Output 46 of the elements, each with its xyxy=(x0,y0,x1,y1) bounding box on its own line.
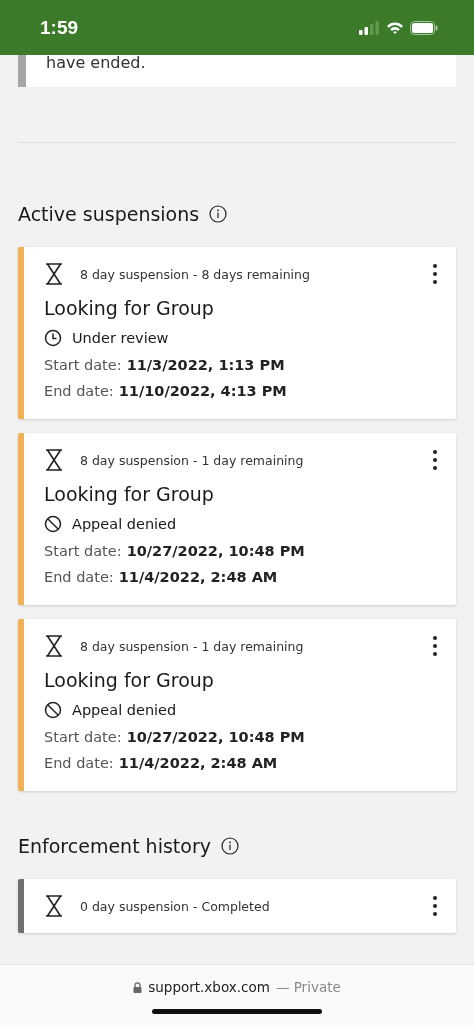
end-date: 11/10/2022, 4:13 PM xyxy=(118,383,287,399)
end-date: 11/4/2022, 2:48 AM xyxy=(118,569,278,585)
suspension-summary: 8 day suspension - 1 day remaining xyxy=(80,638,305,654)
hourglass-icon xyxy=(44,635,64,657)
date-label: End date: xyxy=(44,383,114,399)
start-date: 10/27/2022, 10:48 PM xyxy=(126,729,305,745)
clock-icon xyxy=(44,329,62,347)
hourglass-icon xyxy=(44,263,64,285)
card-title: Looking for Group xyxy=(44,669,215,691)
appeal-status: Appeal denied xyxy=(72,516,177,532)
section-title: Active suspensions xyxy=(18,203,200,225)
prohibited-icon xyxy=(44,515,62,533)
section-title: Enforcement history xyxy=(18,835,211,857)
battery-icon xyxy=(410,20,438,35)
start-date: 11/3/2022, 1:13 PM xyxy=(126,357,285,373)
suspension-summary: 0 day suspension - Completed xyxy=(80,898,271,914)
suspension-summary: 8 day suspension - 8 days remaining xyxy=(80,266,311,282)
info-icon[interactable] xyxy=(220,837,239,855)
end-date: 11/4/2022, 2:48 AM xyxy=(118,755,278,771)
hourglass-icon xyxy=(44,895,64,917)
hourglass-icon xyxy=(44,449,64,471)
url-domain: support.xbox.com xyxy=(148,979,270,995)
lock-icon xyxy=(133,981,143,993)
more-options-icon[interactable] xyxy=(432,635,438,657)
date-label: End date: xyxy=(44,569,114,585)
appeal-status: Appeal denied xyxy=(72,702,177,718)
more-options-icon[interactable] xyxy=(432,263,438,285)
wifi-icon xyxy=(386,20,404,35)
date-label: Start date: xyxy=(44,729,122,745)
more-options-icon[interactable] xyxy=(432,449,438,471)
browser-address-bar[interactable]: support.xbox.com — Private xyxy=(0,964,474,1025)
more-options-icon[interactable] xyxy=(432,895,438,917)
card-title: Looking for Group xyxy=(44,483,215,505)
card-title: Looking for Group xyxy=(44,297,215,319)
date-label: Start date: xyxy=(44,357,122,373)
suspension-summary: 8 day suspension - 1 day remaining xyxy=(80,452,305,468)
info-icon[interactable] xyxy=(209,205,228,223)
clock-time: 1:59 xyxy=(40,16,79,39)
start-date: 10/27/2022, 10:48 PM xyxy=(126,543,305,559)
signal-icon xyxy=(358,20,380,35)
appeal-status: Under review xyxy=(72,330,169,346)
private-label: — Private xyxy=(275,979,341,995)
date-label: Start date: xyxy=(44,543,122,559)
card-text: have ended. xyxy=(46,55,146,73)
date-label: End date: xyxy=(44,755,114,771)
prohibited-icon xyxy=(44,701,62,719)
